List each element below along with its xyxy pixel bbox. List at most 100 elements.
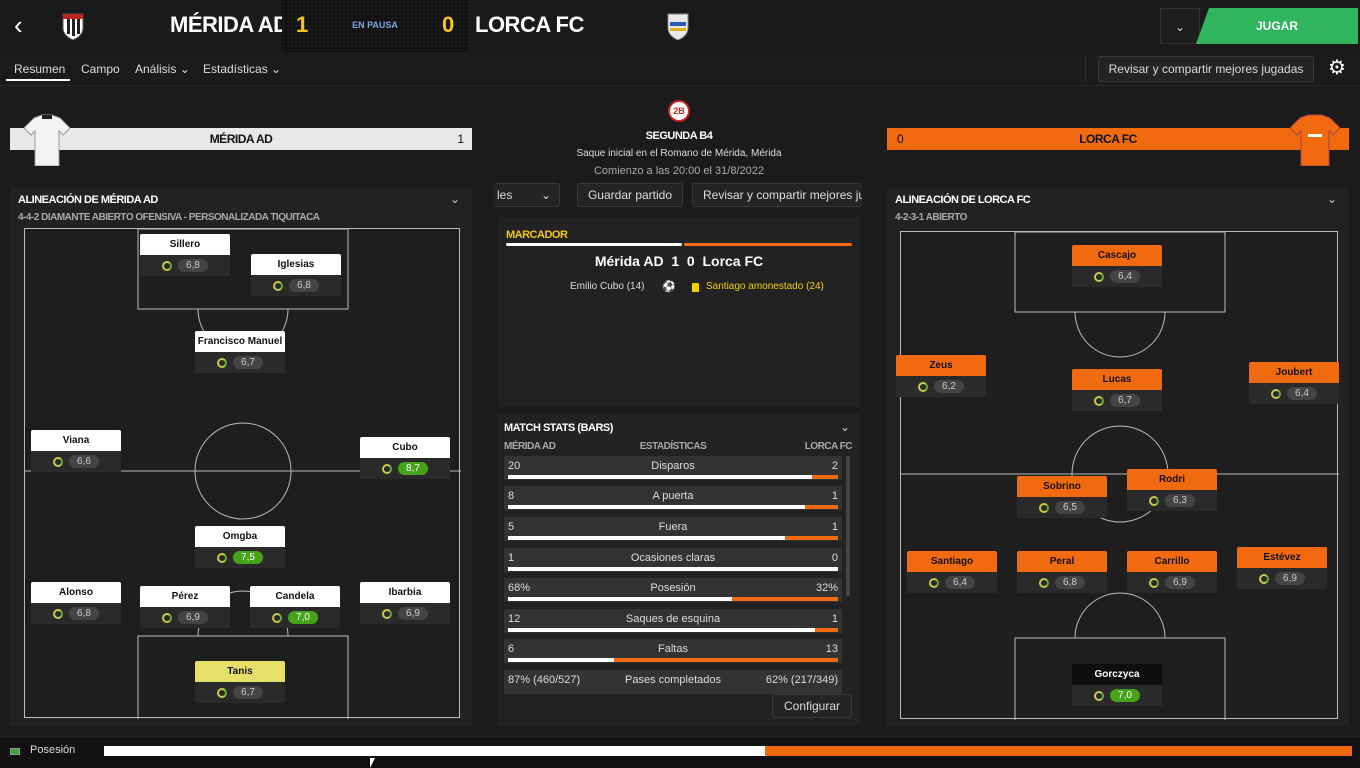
stat-bar <box>508 597 838 601</box>
chevron-down-icon[interactable]: ⌄ <box>1327 192 1337 206</box>
view-dropdown[interactable]: les ⌄ <box>494 183 560 207</box>
home-lineup-title: ALINEACIÓN DE MÉRIDA AD <box>18 194 158 206</box>
home-team-bar: MÉRIDA AD 1 <box>10 128 472 150</box>
player-card[interactable]: Zeus 6,2 <box>896 355 986 397</box>
player-card[interactable]: Candela 7,0 <box>250 586 340 628</box>
player-card[interactable]: Peral 6,8 <box>1017 551 1107 593</box>
stat-label: Saques de esquina <box>625 613 721 625</box>
player-name: Lucas <box>1072 369 1162 390</box>
chevron-down-icon[interactable]: ⌄ <box>1160 8 1200 44</box>
player-rating: 6,4 <box>1287 387 1317 400</box>
player-card[interactable]: Sobrino 6,5 <box>1017 476 1107 518</box>
player-card[interactable]: Francisco Manuel 6,7 <box>195 331 285 373</box>
configure-button[interactable]: Configurar <box>772 694 852 718</box>
player-rating: 7,5 <box>233 551 263 564</box>
rating-icon <box>53 608 64 619</box>
home-bar-team: MÉRIDA AD <box>209 132 273 146</box>
player-name: Cascajo <box>1072 245 1162 266</box>
rating-icon <box>273 280 284 291</box>
stats-scrollbar[interactable] <box>846 456 850 596</box>
stat-bar-home <box>508 597 733 601</box>
rating-icon <box>929 577 940 588</box>
gear-icon[interactable]: ⚙ <box>1326 57 1348 79</box>
chevron-down-icon[interactable]: ⌄ <box>840 420 850 434</box>
player-card[interactable]: Estévez 6,9 <box>1237 547 1327 589</box>
rating-icon <box>217 687 228 698</box>
player-card[interactable]: Omgba 7,5 <box>195 526 285 568</box>
stats-title: MATCH STATS (BARS) <box>504 422 613 434</box>
review-highlights-button[interactable]: Revisar y compartir mejores jugadas <box>1098 56 1314 82</box>
player-rating: 6,6 <box>69 455 99 468</box>
competition-name: SEGUNDA B4 <box>645 130 713 142</box>
away-team-bar: 0 LORCA FC <box>887 128 1349 150</box>
stat-bar <box>508 658 838 662</box>
tab-estadisticas[interactable]: Estadísticas ⌄ <box>203 62 281 76</box>
player-rating: 6,5 <box>1055 501 1085 514</box>
home-panel: MÉRIDA AD 1 ALINEACIÓN DE MÉRIDA AD ⌄ 4-… <box>10 96 472 726</box>
player-card[interactable]: Cascajo 6,4 <box>1072 245 1162 287</box>
player-card[interactable]: Iglesias 6,8 <box>251 254 341 296</box>
player-card[interactable]: Sillero 6,8 <box>140 234 230 276</box>
stat-bar-home <box>508 658 614 662</box>
rating-icon <box>162 260 173 271</box>
player-name: Alonso <box>31 582 121 603</box>
rating-icon <box>1259 573 1270 584</box>
score-box: 1 EN PAUSA 0 <box>282 0 468 52</box>
player-card[interactable]: Gorczyca 7,0 <box>1072 664 1162 706</box>
stat-label: Fuera <box>658 521 688 533</box>
rating-icon <box>53 456 64 467</box>
tab-estadisticas-label: Estadísticas <box>203 62 268 76</box>
stat-away: 32% <box>815 582 838 594</box>
tab-resumen[interactable]: Resumen <box>14 62 65 76</box>
stat-bar <box>508 475 838 479</box>
view-dropdown-label: les <box>497 188 513 202</box>
scoreboard-card: MARCADOR Mérida AD 1 0 Lorca FC Emilio C… <box>498 217 860 407</box>
player-card[interactable]: Ibarbia 6,9 <box>360 582 450 624</box>
tab-analisis[interactable]: Análisis ⌄ <box>135 62 190 76</box>
tab-campo[interactable]: Campo <box>81 62 120 76</box>
home-formation: 4-4-2 DIAMANTE ABIERTO OFENSIVA - PERSON… <box>18 212 320 223</box>
player-card[interactable]: Lucas 6,7 <box>1072 369 1162 411</box>
player-card[interactable]: Cubo 8,7 <box>360 437 450 479</box>
player-name: Pérez <box>140 586 230 607</box>
player-rating: 6,4 <box>1110 270 1140 283</box>
chevron-down-icon[interactable]: ⌄ <box>450 192 460 206</box>
player-name: Rodri <box>1127 469 1217 490</box>
stat-label: A puerta <box>652 490 694 502</box>
stat-label: Posesión <box>650 582 696 594</box>
player-card[interactable]: Joubert 6,4 <box>1249 362 1339 404</box>
player-rating: 6,8 <box>289 279 319 292</box>
divider <box>1085 56 1086 82</box>
player-card[interactable]: Alonso 6,8 <box>31 582 121 624</box>
player-card[interactable]: Rodri 6,3 <box>1127 469 1217 511</box>
player-rating: 6,9 <box>1275 572 1305 585</box>
play-button[interactable]: JUGAR <box>1196 8 1358 44</box>
possession-bar <box>104 746 1352 756</box>
player-card[interactable]: Santiago 6,4 <box>907 551 997 593</box>
stat-bar <box>508 628 838 632</box>
player-card[interactable]: Pérez 6,9 <box>140 586 230 628</box>
yellow-card-icon <box>692 283 699 292</box>
player-card[interactable]: Viana 6,6 <box>31 430 121 472</box>
chevron-down-icon: ⌄ <box>540 188 551 202</box>
match-status: EN PAUSA <box>352 20 398 30</box>
merida-crest-icon <box>62 12 84 41</box>
rating-icon <box>1094 690 1105 701</box>
stat-label: Ocasiones claras <box>630 552 716 564</box>
away-bar-team: LORCA FC <box>1079 132 1137 146</box>
tab-analisis-label: Análisis <box>135 62 177 76</box>
save-match-button[interactable]: Guardar partido <box>577 183 683 207</box>
player-name: Gorczyca <box>1072 664 1162 685</box>
stat-bar-home <box>508 536 786 540</box>
back-arrow-icon[interactable]: ‹ <box>14 12 40 38</box>
review-highlights-button-2[interactable]: Revisar y compartir mejores ju <box>692 183 862 207</box>
player-card[interactable]: Tanis 6,7 <box>195 661 285 703</box>
possession-icon <box>10 748 20 755</box>
away-formation: 4-2-3-1 ABIERTO <box>895 212 967 223</box>
player-name: Zeus <box>896 355 986 376</box>
stat-away: 1 <box>831 490 838 502</box>
possession-strip: Posesión <box>0 738 1360 768</box>
player-card[interactable]: Carrillo 6,9 <box>1127 551 1217 593</box>
ball-icon: ⚽ <box>662 281 676 293</box>
rating-icon <box>217 552 228 563</box>
